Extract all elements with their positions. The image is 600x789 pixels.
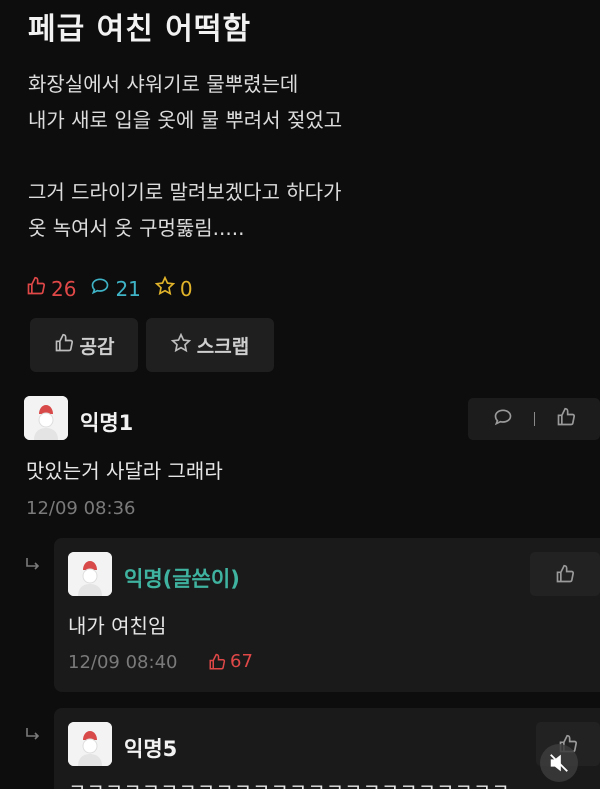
- reply-like-count-value: 67: [230, 651, 253, 672]
- thumbs-up-icon: [54, 333, 74, 358]
- reply-timestamp: 12/09 08:40: [68, 652, 178, 673]
- speech-bubble-icon: [90, 276, 110, 301]
- reply-text: ㅋㅋㅋㅋㅋㅋㅋㅋㅋㅋㅋㅋㅋㅋㅋㅋㅋㅋㅋㅋㅋㅋㅋㅋ: [68, 775, 510, 789]
- thumbs-up-icon: [26, 276, 46, 301]
- post-body-line: 그거 드라이기로 말려보겠다고 하다가: [28, 180, 342, 204]
- reply-arrow-icon: [24, 726, 42, 744]
- thumbs-up-icon: [209, 653, 226, 669]
- comment-actions: [468, 398, 600, 440]
- reply-author: 익명5: [124, 737, 178, 761]
- comment-count: 21: [90, 276, 141, 301]
- scrap-count: 0: [154, 275, 193, 301]
- post-body-line: 화장실에서 샤워기로 물뿌렸는데: [28, 72, 299, 96]
- default-avatar-icon: [68, 722, 112, 766]
- comment-author: 익명1: [80, 411, 134, 435]
- reply-text: 내가 여친임: [68, 614, 167, 638]
- like-count: 26: [26, 276, 76, 301]
- reply-author-op: 익명(글쓴이): [124, 567, 240, 591]
- mute-button[interactable]: [540, 744, 578, 782]
- speech-bubble-icon: [494, 409, 511, 426]
- like-button[interactable]: 공감: [30, 318, 138, 372]
- post-stats: 26 21 0: [26, 275, 193, 301]
- default-avatar-icon: [68, 552, 112, 596]
- reply-arrow-icon: [24, 556, 42, 574]
- default-avatar-icon: [24, 396, 68, 440]
- like-count-value: 26: [51, 276, 77, 301]
- post-body-line: [28, 138, 342, 174]
- scrap-count-value: 0: [179, 276, 193, 301]
- post-body-line: 내가 새로 입을 옷에 물 뿌려서 젖었고: [28, 108, 343, 132]
- reply-button[interactable]: [493, 407, 513, 431]
- comment-text: 맛있는거 사달라 그래라: [26, 459, 223, 483]
- thumbs-up-icon: [556, 564, 575, 583]
- post-body: 화장실에서 샤워기로 물뿌렸는데 내가 새로 입을 옷에 물 뿌려서 젖었고 그…: [28, 66, 342, 246]
- comment-count-value: 21: [115, 276, 141, 301]
- star-icon: [154, 275, 176, 301]
- comment-timestamp: 12/09 08:36: [26, 498, 136, 519]
- mute-icon: [550, 754, 568, 772]
- like-button-label: 공감: [79, 335, 115, 358]
- scrap-button-label: 스크랩: [196, 335, 250, 358]
- post-title: 페급 여친 어떡함: [28, 12, 252, 47]
- post-body-line: 옷 녹여서 옷 구멍뚫림.....: [28, 216, 245, 240]
- reply-like-count: 67: [208, 651, 253, 672]
- comment-like-button[interactable]: [556, 407, 576, 431]
- thumbs-up-icon: [557, 407, 575, 426]
- reply-like-button[interactable]: [530, 552, 600, 596]
- scrap-button[interactable]: 스크랩: [146, 318, 274, 372]
- divider: [533, 412, 535, 426]
- star-icon: [170, 332, 192, 358]
